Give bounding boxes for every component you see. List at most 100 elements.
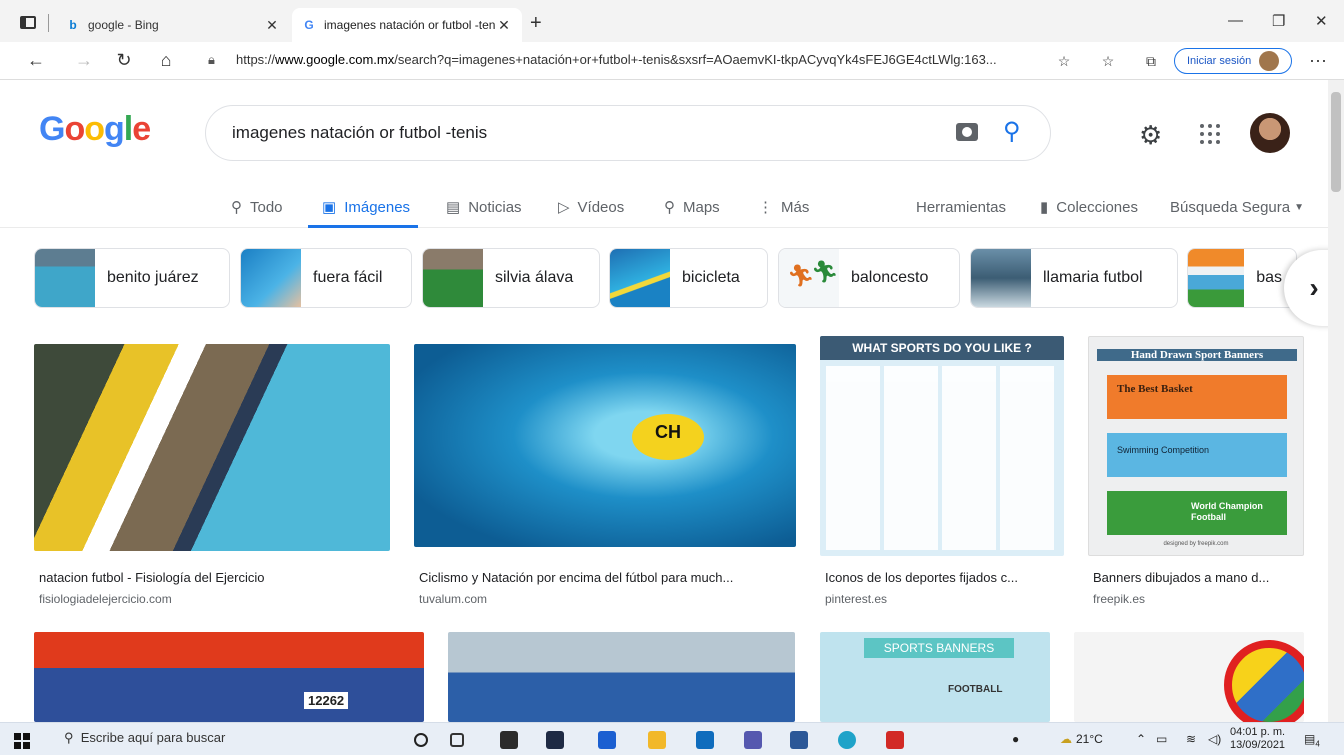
scrollbar-thumb[interactable] [1331, 92, 1341, 192]
page-scrollbar[interactable] [1328, 80, 1344, 722]
apps-grid-icon[interactable] [1200, 124, 1220, 144]
cortana-icon[interactable] [414, 733, 428, 747]
image-result[interactable] [1074, 632, 1304, 722]
signin-button[interactable]: Iniciar sesión [1174, 48, 1292, 74]
dropbox-icon[interactable] [598, 731, 616, 749]
search-icon: ⚲ [231, 199, 242, 216]
tab-videos[interactable]: ▷ Vídeos [558, 192, 624, 222]
search-icon: ⚲ [64, 730, 74, 745]
taskbar-search[interactable]: ⚲ Escribe aquí para buscar [64, 730, 225, 746]
result-image[interactable]: CH [414, 344, 796, 547]
acrobat-icon[interactable] [886, 731, 904, 749]
video-icon: ▷ [558, 199, 570, 216]
result-caption[interactable]: Banners dibujados a mano d... [1093, 570, 1269, 585]
tray-app-icon[interactable]: ● [1012, 732, 1019, 746]
word-icon[interactable] [790, 731, 808, 749]
gear-icon[interactable]: ⚙ [1139, 120, 1162, 151]
search-icon[interactable]: ⚲ [1003, 117, 1021, 146]
windows-start-icon[interactable] [14, 733, 30, 749]
result-source[interactable]: fisiologiadelejercicio.com [39, 592, 172, 606]
chip-llamaria-futbol[interactable]: llamaria futbol [970, 248, 1178, 308]
collections-button[interactable]: ▮ Colecciones [1040, 192, 1138, 222]
taskbar-clock[interactable]: 04:01 p. m. 13/09/2021 [1230, 726, 1285, 752]
store-icon[interactable] [500, 731, 518, 749]
result-caption[interactable]: Ciclismo y Natación por encima del fútbo… [419, 570, 733, 585]
close-window-icon[interactable]: ✕ [1315, 12, 1328, 30]
result-source[interactable]: tuvalum.com [419, 592, 487, 606]
result-image[interactable]: Hand Drawn Sport Banners The Best Basket… [1088, 336, 1304, 556]
minimize-icon[interactable]: — [1228, 12, 1243, 29]
chip-benito-juarez[interactable]: benito juárez [34, 248, 230, 308]
chevron-up-icon[interactable]: ⌃ [1136, 732, 1146, 746]
result-image[interactable]: 12262 [34, 632, 424, 722]
chip-fuera-facil[interactable]: fuera fácil [240, 248, 412, 308]
result-caption[interactable]: natacion futbol - Fisiología del Ejercic… [39, 570, 264, 585]
edge-icon[interactable] [838, 731, 856, 749]
tab-todo[interactable]: ⚲ Todo [231, 192, 283, 222]
result-image[interactable] [34, 344, 390, 551]
image-result[interactable]: CH Ciclismo y Natación por encima del fú… [414, 344, 796, 606]
collections-icon[interactable]: ⧉ [1139, 53, 1163, 70]
chip-bicicleta[interactable]: bicicleta [609, 248, 768, 308]
close-tab-icon[interactable]: ✕ [264, 17, 280, 34]
avatar[interactable] [1250, 113, 1290, 153]
bookmark-icon: ▮ [1040, 199, 1049, 216]
result-source[interactable]: pinterest.es [825, 592, 887, 606]
mail-icon[interactable] [696, 731, 714, 749]
safesearch-button[interactable]: Búsqueda Segura ▼ [1170, 192, 1304, 222]
tools-button[interactable]: Herramientas [916, 192, 1006, 222]
result-caption[interactable]: Iconos de los deportes fijados c... [825, 570, 1018, 585]
image-result[interactable]: WHAT SPORTS DO YOU LIKE ? Iconos de los … [820, 336, 1064, 606]
image-label: FOOTBALL [948, 684, 1003, 695]
back-icon[interactable]: ← [24, 50, 48, 71]
forward-icon[interactable]: → [72, 50, 96, 71]
teams-icon[interactable] [744, 731, 762, 749]
result-image[interactable]: SPORTS BANNERS FOOTBALL [820, 632, 1050, 722]
image-result[interactable]: natacion futbol - Fisiología del Ejercic… [34, 344, 390, 606]
app-icon[interactable] [546, 731, 564, 749]
result-image[interactable] [1074, 632, 1304, 722]
image-result[interactable]: 12262 [34, 632, 424, 722]
google-logo[interactable]: Google [39, 110, 151, 149]
volume-icon[interactable]: ◁) [1208, 732, 1221, 746]
search-input[interactable]: imagenes natación or futbol -tenis [232, 123, 487, 143]
camera-icon[interactable] [956, 123, 978, 141]
tab-imagenes[interactable]: ▣ Imágenes [322, 192, 410, 222]
chip-bas[interactable]: bas [1187, 248, 1297, 308]
search-box[interactable]: imagenes natación or futbol -tenis ⚲ [205, 105, 1051, 161]
wifi-icon[interactable]: ≋ [1186, 732, 1196, 746]
image-result[interactable]: Hand Drawn Sport Banners The Best Basket… [1088, 336, 1304, 606]
temperature[interactable]: 21°C [1076, 732, 1103, 746]
more-menu-icon[interactable]: ··· [1306, 50, 1330, 71]
home-icon[interactable]: ⌂ [154, 50, 178, 71]
tab-maps[interactable]: ⚲ Maps [664, 192, 720, 222]
reload-icon[interactable]: ↻ [112, 50, 136, 71]
file-explorer-icon[interactable] [648, 731, 666, 749]
chip-thumbnail [1188, 249, 1245, 307]
add-favorite-icon[interactable]: ☆ [1052, 53, 1076, 70]
chip-label: fuera fácil [313, 269, 383, 286]
tab-actions-icon[interactable] [20, 16, 36, 29]
address-input[interactable]: https://www.google.com.mx/search?q=image… [236, 52, 1036, 67]
result-image[interactable]: WHAT SPORTS DO YOU LIKE ? [820, 336, 1064, 556]
chip-thumbnail [971, 249, 1031, 307]
restore-icon[interactable]: ❐ [1272, 12, 1285, 30]
close-tab-icon[interactable]: ✕ [496, 17, 512, 34]
network-icon[interactable]: ▭ [1156, 732, 1167, 746]
favorites-icon[interactable]: ☆ [1096, 53, 1120, 70]
tab-mas[interactable]: ⋮ Más [758, 192, 809, 222]
image-result[interactable]: SPORTS BANNERS FOOTBALL [820, 632, 1050, 722]
browser-tab-bing[interactable]: b google - Bing ✕ [56, 8, 290, 42]
chip-silvia-alava[interactable]: silvia álava [422, 248, 600, 308]
chip-baloncesto[interactable]: 🏃︎ 🏃︎ baloncesto [778, 248, 960, 308]
lock-icon[interactable]: 🔒︎ [208, 52, 215, 68]
result-image[interactable] [448, 632, 795, 722]
result-source[interactable]: freepik.es [1093, 592, 1145, 606]
image-result[interactable] [448, 632, 795, 722]
tab-noticias[interactable]: ▤ Noticias [446, 192, 522, 222]
task-view-icon[interactable] [450, 733, 464, 747]
google-icon: G [304, 18, 314, 32]
browser-tab-google[interactable]: G imagenes natación or futbol -ten ✕ [292, 8, 522, 42]
notification-icon[interactable]: ▤4 [1304, 732, 1320, 748]
new-tab-button[interactable]: + [530, 12, 542, 35]
